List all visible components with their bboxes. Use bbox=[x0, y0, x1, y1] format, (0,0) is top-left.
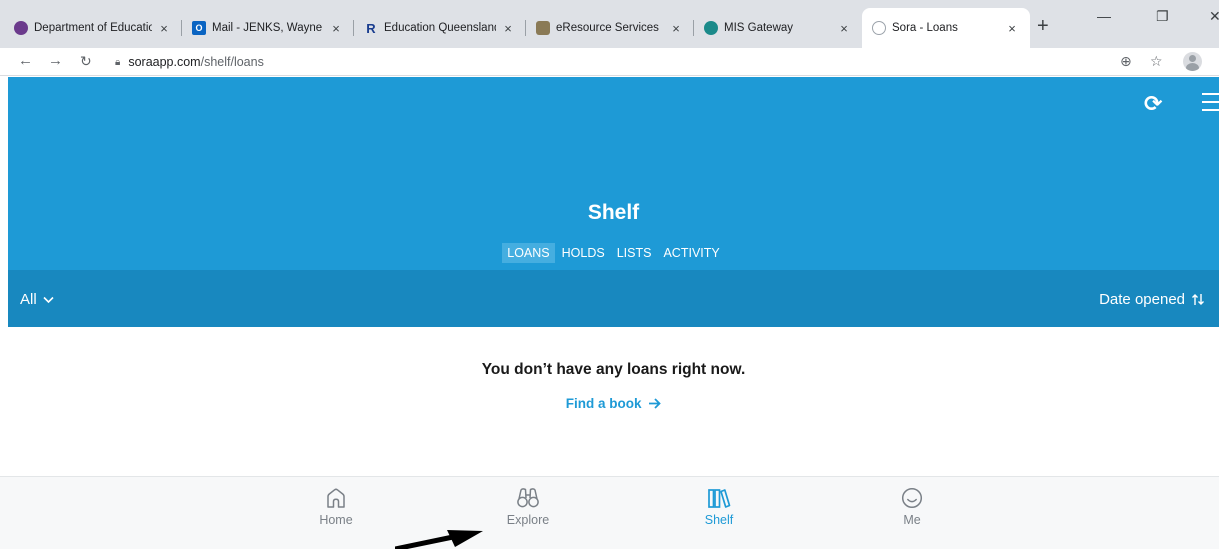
profile-avatar-icon[interactable] bbox=[1183, 52, 1202, 71]
outlook-favicon-icon: O bbox=[192, 21, 206, 35]
close-tab-icon[interactable]: × bbox=[156, 21, 172, 36]
shelf-tabs: LOANS HOLDS LISTS ACTIVITY bbox=[8, 243, 1219, 263]
browser-tab-sora-loans[interactable]: Sora - Loans × bbox=[862, 8, 1030, 48]
bookmark-star-icon[interactable]: ☆ bbox=[1150, 53, 1163, 70]
arrow-right-icon bbox=[649, 398, 662, 409]
browser-tab-education[interactable]: Department of Education × bbox=[4, 8, 182, 48]
sort-dropdown[interactable]: Date opened bbox=[1099, 291, 1205, 308]
sync-icon[interactable]: ⟳ bbox=[1144, 91, 1162, 117]
close-tab-icon[interactable]: × bbox=[500, 21, 516, 36]
tab-loans[interactable]: LOANS bbox=[502, 243, 555, 263]
sora-favicon-icon bbox=[872, 21, 886, 35]
books-shelf-icon bbox=[708, 489, 731, 508]
filter-dropdown[interactable]: All bbox=[20, 291, 54, 308]
binoculars-icon bbox=[517, 488, 539, 508]
forward-arrow-icon[interactable]: → bbox=[48, 52, 63, 70]
nav-me[interactable]: Me bbox=[872, 487, 952, 527]
lock-icon: 🔒︎ bbox=[115, 56, 121, 68]
find-a-book-link[interactable]: Find a book bbox=[8, 396, 1219, 411]
new-tab-button[interactable]: + bbox=[1037, 16, 1049, 36]
tab-holds[interactable]: HOLDS bbox=[557, 243, 610, 263]
bottom-navigation: Home Explore Shelf Me bbox=[0, 476, 1219, 549]
mis-favicon-icon bbox=[704, 21, 718, 35]
url-path: /shelf/loans bbox=[200, 55, 264, 69]
tab-activity[interactable]: ACTIVITY bbox=[658, 243, 724, 263]
nav-explore[interactable]: Explore bbox=[488, 487, 568, 527]
r-favicon-icon: R bbox=[366, 20, 376, 36]
sort-icon bbox=[1192, 294, 1204, 305]
browser-tab-education-queensland[interactable]: R Education Queensland × bbox=[354, 8, 526, 48]
browser-tab-mis-gateway[interactable]: MIS Gateway × bbox=[694, 8, 862, 48]
chevron-down-icon bbox=[43, 296, 54, 303]
restore-window-icon[interactable]: ❐ bbox=[1156, 8, 1169, 25]
reload-icon[interactable]: ↻ bbox=[80, 52, 92, 70]
browser-toolbar: ← → ↻ 🔒︎ soraapp.com/shelf/loans ⊕ ☆ bbox=[0, 48, 1219, 76]
empty-loans-message: You don’t have any loans right now. bbox=[481, 361, 746, 378]
crest-favicon-icon bbox=[536, 21, 550, 35]
tab-lists[interactable]: LISTS bbox=[612, 243, 657, 263]
url-host: soraapp.com bbox=[128, 55, 201, 69]
minimize-window-icon[interactable]: — bbox=[1097, 8, 1111, 24]
close-tab-icon[interactable]: × bbox=[328, 21, 344, 36]
close-tab-icon[interactable]: × bbox=[668, 21, 684, 36]
browser-tab-mail[interactable]: O Mail - JENKS, Wayne × bbox=[182, 8, 354, 48]
address-bar[interactable]: 🔒︎ soraapp.com/shelf/loans bbox=[115, 51, 264, 73]
add-icon[interactable]: ⊕ bbox=[1120, 53, 1132, 70]
nav-shelf[interactable]: Shelf bbox=[679, 487, 759, 527]
annotation-arrow-icon bbox=[395, 530, 483, 549]
close-tab-icon[interactable]: × bbox=[836, 21, 852, 36]
close-window-icon[interactable]: ✕ bbox=[1209, 8, 1219, 25]
menu-icon[interactable] bbox=[1202, 93, 1219, 117]
home-icon bbox=[327, 488, 345, 508]
browser-tab-strip: Department of Education × O Mail - JENKS… bbox=[0, 0, 1219, 48]
browser-tab-eresource[interactable]: eResource Services × bbox=[526, 8, 694, 48]
sort-label: Date opened bbox=[1099, 291, 1185, 308]
filter-label: All bbox=[20, 291, 37, 308]
smiley-face-icon bbox=[901, 487, 923, 509]
page-title: Shelf bbox=[587, 201, 640, 224]
close-tab-icon[interactable]: × bbox=[1004, 21, 1020, 36]
filter-bar: All Date opened bbox=[8, 270, 1219, 327]
nav-home[interactable]: Home bbox=[296, 487, 376, 527]
shelf-header: ⟳ Shelf LOANS HOLDS LISTS ACTIVITY bbox=[8, 77, 1219, 270]
education-favicon-icon bbox=[14, 21, 28, 35]
back-arrow-icon[interactable]: ← bbox=[18, 52, 33, 70]
